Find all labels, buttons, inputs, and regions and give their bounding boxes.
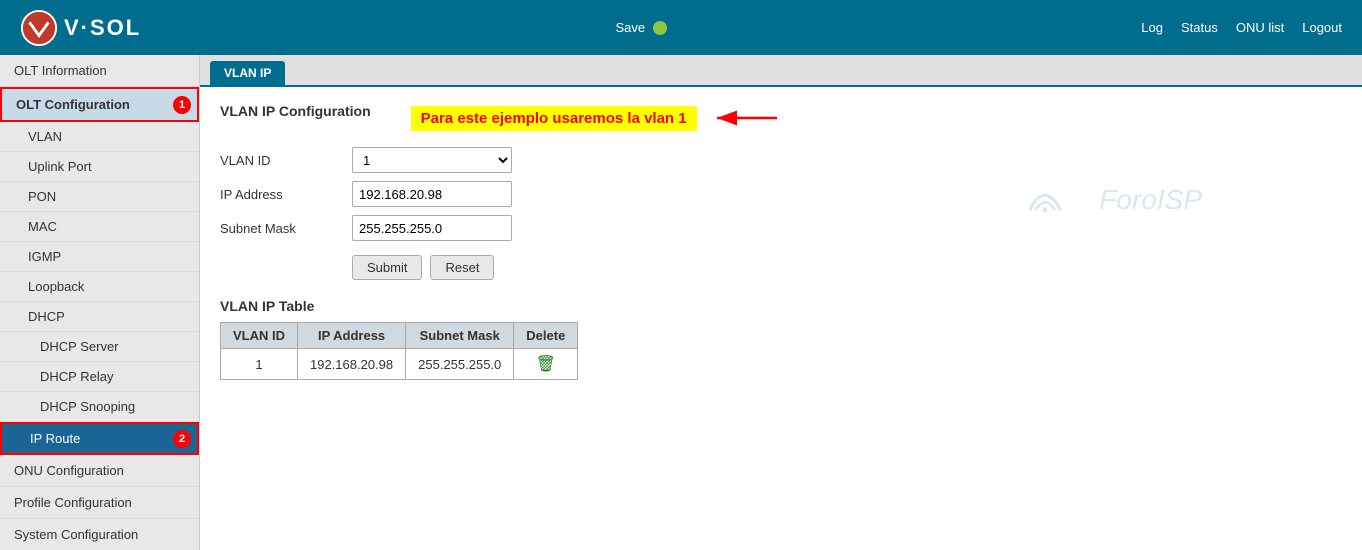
- nav-status[interactable]: Status: [1181, 20, 1218, 35]
- form-row-vlan-id: VLAN ID 1: [220, 147, 1342, 173]
- sidebar-item-onu-config[interactable]: ONU Configuration: [0, 455, 199, 487]
- header-save-section: Save: [615, 20, 667, 35]
- sidebar-item-vlan[interactable]: VLAN: [0, 122, 199, 152]
- form-buttons: Submit Reset: [352, 255, 1342, 280]
- reset-button[interactable]: Reset: [430, 255, 494, 280]
- badge-1: 1: [173, 96, 191, 114]
- ip-address-input[interactable]: [352, 181, 512, 207]
- watermark-text: ForoISP: [1099, 184, 1202, 216]
- vsol-icon: [20, 9, 58, 47]
- subnet-mask-input[interactable]: [352, 215, 512, 241]
- sidebar: OLT Information OLT Configuration 1 VLAN…: [0, 55, 200, 550]
- ip-address-label: IP Address: [220, 187, 340, 202]
- cell-subnet-mask: 255.255.255.0: [406, 349, 514, 380]
- sidebar-item-uplink-port[interactable]: Uplink Port: [0, 152, 199, 182]
- sidebar-item-dhcp-relay[interactable]: DHCP Relay: [0, 362, 199, 392]
- annotation-text: Para este ejemplo usaremos la vlan 1: [411, 106, 697, 131]
- tab-bar: VLAN IP: [200, 55, 1362, 87]
- status-indicator: [653, 21, 667, 35]
- nav-logout[interactable]: Logout: [1302, 20, 1342, 35]
- foroISP-watermark-svg: [975, 175, 1095, 225]
- delete-button[interactable]: 🗑: [536, 354, 556, 374]
- subnet-mask-label: Subnet Mask: [220, 221, 340, 236]
- sidebar-item-ip-route-label: IP Route: [30, 431, 80, 446]
- sidebar-item-dhcp-snooping[interactable]: DHCP Snooping: [0, 392, 199, 422]
- watermark: ForoISP: [975, 175, 1202, 225]
- section-title: VLAN IP Configuration: [220, 103, 371, 119]
- logo-text: V·SOL: [64, 15, 141, 41]
- arrow-indicator: [707, 103, 787, 133]
- vlan-id-select[interactable]: 1: [352, 147, 512, 173]
- col-header-ip-address: IP Address: [298, 323, 406, 349]
- cell-vlan-id: 1: [221, 349, 298, 380]
- sidebar-item-olt-config-label: OLT Configuration: [16, 97, 130, 112]
- badge-2: 2: [173, 430, 191, 448]
- col-header-subnet-mask: Subnet Mask: [406, 323, 514, 349]
- sidebar-item-ip-route[interactable]: IP Route 2: [0, 422, 199, 455]
- tab-vlan-ip[interactable]: VLAN IP: [210, 61, 285, 85]
- col-header-vlan-id: VLAN ID: [221, 323, 298, 349]
- vlan-ip-table: VLAN ID IP Address Subnet Mask Delete 1 …: [220, 322, 578, 380]
- content-area: VLAN IP VLAN IP Configuration Para este …: [200, 55, 1362, 550]
- content-inner: VLAN IP Configuration Para este ejemplo …: [200, 87, 1362, 396]
- sidebar-item-dhcp-server[interactable]: DHCP Server: [0, 332, 199, 362]
- header-nav: Log Status ONU list Logout: [1141, 20, 1342, 35]
- vlan-id-label: VLAN ID: [220, 153, 340, 168]
- vlan-ip-table-section: VLAN IP Table VLAN ID IP Address Subnet …: [220, 298, 1342, 380]
- sidebar-item-loopback[interactable]: Loopback: [0, 272, 199, 302]
- submit-button[interactable]: Submit: [352, 255, 422, 280]
- sidebar-item-dhcp[interactable]: DHCP: [0, 302, 199, 332]
- header: V·SOL Save Log Status ONU list Logout: [0, 0, 1362, 55]
- main-layout: OLT Information OLT Configuration 1 VLAN…: [0, 55, 1362, 550]
- table-title: VLAN IP Table: [220, 298, 1342, 314]
- sidebar-item-pon[interactable]: PON: [0, 182, 199, 212]
- nav-onu-list[interactable]: ONU list: [1236, 20, 1284, 35]
- sidebar-item-mac[interactable]: MAC: [0, 212, 199, 242]
- sidebar-item-system-config[interactable]: System Configuration: [0, 519, 199, 550]
- sidebar-item-profile-config[interactable]: Profile Configuration: [0, 487, 199, 519]
- sidebar-item-olt-config[interactable]: OLT Configuration 1: [0, 87, 199, 122]
- table-row: 1 192.168.20.98 255.255.255.0 🗑: [221, 349, 578, 380]
- logo: V·SOL: [20, 9, 141, 47]
- sidebar-item-olt-info[interactable]: OLT Information: [0, 55, 199, 87]
- nav-log[interactable]: Log: [1141, 20, 1163, 35]
- save-label[interactable]: Save: [615, 20, 645, 35]
- cell-ip-address: 192.168.20.98: [298, 349, 406, 380]
- col-header-delete: Delete: [514, 323, 578, 349]
- cell-delete[interactable]: 🗑: [514, 349, 578, 380]
- sidebar-item-igmp[interactable]: IGMP: [0, 242, 199, 272]
